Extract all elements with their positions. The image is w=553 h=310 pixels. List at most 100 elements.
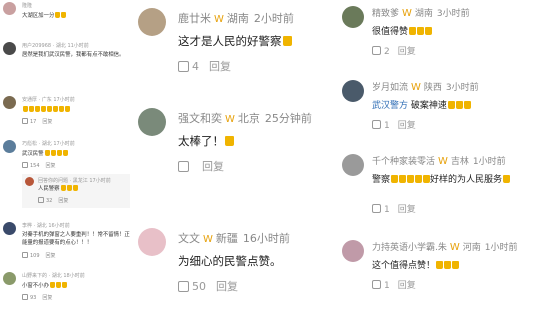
avatar[interactable] bbox=[138, 8, 166, 36]
avatar[interactable] bbox=[25, 177, 34, 186]
like-count: 4 bbox=[192, 60, 199, 73]
like-button[interactable]: 1 bbox=[372, 280, 390, 291]
avatar[interactable] bbox=[342, 6, 364, 28]
thumbs-up-emoji bbox=[415, 175, 423, 183]
comment-username[interactable]: 用户209968 · 湖北 11小时前 bbox=[22, 42, 89, 49]
comment-region: 湖南 bbox=[414, 9, 433, 19]
thumbs-up-emoji bbox=[407, 175, 415, 183]
like-count: 1 bbox=[384, 205, 390, 215]
avatar[interactable] bbox=[3, 42, 16, 55]
comment-column-middle: 鹿廿米 W 湖南 2小时前 这才是人民的好警察 4 回复 强文和奕 W 北京 25分钟前 太棒了！ 回复… bbox=[133, 0, 333, 310]
comment-username[interactable]: 岁月如流 bbox=[372, 83, 408, 93]
like-button[interactable]: 2 bbox=[372, 46, 390, 57]
comment-username[interactable]: 山野来下的 · 湖北 18小时前 bbox=[22, 272, 85, 279]
like-button[interactable] bbox=[178, 160, 192, 173]
comment-text-content: 这才是人民的好警察 bbox=[178, 34, 282, 48]
avatar[interactable] bbox=[3, 2, 16, 15]
like-count: 32 bbox=[46, 198, 53, 204]
vip-badge-icon: W bbox=[411, 82, 421, 93]
thumbs-up-emoji bbox=[47, 106, 52, 112]
comment-text-content: 破案神速 bbox=[410, 101, 447, 111]
nested-reply: 回答你的问题 · 黑龙江 17小时前 人民警察 32 回复 bbox=[22, 174, 130, 208]
comment-username[interactable]: 回答你的问题 · 黑龙江 17小时前 bbox=[38, 177, 111, 184]
reply-button[interactable]: 回复 bbox=[398, 121, 416, 131]
comment-text-content: 居然是我们武汉民警，我都有点不敢相信。 bbox=[22, 52, 125, 58]
avatar[interactable] bbox=[342, 80, 364, 102]
like-button[interactable]: 1 bbox=[372, 120, 390, 131]
comment-time: 3小时前 bbox=[445, 83, 479, 93]
comment-text: 小窗不小办 bbox=[22, 282, 130, 291]
like-count: 50 bbox=[192, 280, 206, 293]
thumbs-up-emoji bbox=[23, 106, 28, 112]
comment-username[interactable]: 安通厚 · 广东 17小时前 bbox=[22, 96, 75, 103]
comment-text: 武汉民警 bbox=[22, 150, 130, 159]
like-count: 1 bbox=[384, 281, 390, 291]
vip-badge-icon: W bbox=[449, 242, 460, 253]
avatar[interactable] bbox=[138, 228, 166, 256]
comment-region: 吉林 bbox=[450, 157, 469, 167]
like-reply-bar: 17 回复 bbox=[22, 118, 52, 125]
comment-username[interactable]: 精致爹 bbox=[372, 9, 399, 19]
like-button[interactable]: 154 bbox=[22, 162, 40, 169]
thumbs-up-emoji bbox=[59, 106, 64, 112]
thumbs-up-emoji bbox=[66, 185, 72, 191]
thumbs-up-emoji bbox=[425, 27, 433, 35]
reply-button[interactable]: 回复 bbox=[398, 205, 416, 215]
like-button[interactable]: 93 bbox=[22, 294, 36, 301]
comment-username[interactable]: 力持英语小学霸.朱 bbox=[372, 243, 447, 253]
like-button[interactable]: 50 bbox=[178, 280, 206, 293]
reply-button[interactable]: 回复 bbox=[58, 198, 68, 204]
comment-username[interactable]: 强文和奕 bbox=[178, 112, 222, 125]
comment-username[interactable]: 文文 bbox=[178, 232, 200, 245]
thumbs-up-emoji bbox=[29, 106, 34, 112]
comment-region: 北京 bbox=[237, 112, 260, 125]
thumbs-up-emoji bbox=[49, 282, 55, 288]
comment-column-right: 精致爹 W 湖南 3小时前 很值得赞 2 回复 岁月如流 W 陕西 3小时前 武汉警方 破案神速 1 回复… bbox=[337, 0, 553, 310]
like-button[interactable]: 1 bbox=[372, 204, 390, 215]
comment-username[interactable]: 鹿廿米 bbox=[178, 12, 211, 25]
comment-username[interactable]: 隆隆 bbox=[22, 2, 32, 9]
reply-button[interactable]: 回复 bbox=[398, 281, 416, 291]
thumbs-up-emoji bbox=[61, 282, 67, 288]
thumbs-up-emoji bbox=[423, 175, 431, 183]
vip-badge-icon: W bbox=[203, 234, 213, 245]
reply-button[interactable]: 回复 bbox=[209, 60, 231, 73]
avatar[interactable] bbox=[342, 240, 364, 262]
thumbs-up-emoji bbox=[60, 185, 66, 191]
avatar[interactable] bbox=[3, 140, 16, 153]
like-reply-bar: 4 回复 bbox=[178, 58, 231, 74]
mention-link[interactable]: 武汉警方 bbox=[372, 101, 411, 111]
comment-username[interactable]: 李桦 · 湖北 16小时前 bbox=[22, 222, 70, 229]
comment-username[interactable]: 巧彪松 · 湖北 17小时前 bbox=[22, 140, 75, 147]
comment-meta: 精致爹 W 湖南 3小时前 bbox=[372, 6, 470, 19]
comment-username[interactable]: 千个种家装零活 bbox=[372, 157, 435, 167]
like-button[interactable]: 109 bbox=[22, 252, 40, 259]
comment-text-content: 对秦手机的弹窗之人要重判！！常不留情！正能量的报道要有的点心！！！ bbox=[22, 232, 130, 246]
avatar[interactable] bbox=[138, 108, 166, 136]
reply-button[interactable]: 回复 bbox=[216, 280, 238, 293]
like-button[interactable]: 17 bbox=[22, 118, 37, 125]
like-button[interactable]: 4 bbox=[178, 60, 199, 73]
comment-text: 居然是我们武汉民警，我都有点不敢相信。 bbox=[22, 52, 130, 60]
reply-button[interactable]: 回复 bbox=[42, 119, 52, 125]
reply-button[interactable]: 回复 bbox=[46, 253, 56, 259]
reply-button[interactable]: 回复 bbox=[46, 163, 56, 169]
thumbs-up-emoji bbox=[447, 101, 455, 109]
comment-region: 新疆 bbox=[215, 232, 238, 245]
thumbs-up-icon bbox=[22, 294, 28, 300]
comment-text-content: 警察 bbox=[372, 175, 391, 185]
like-count: 17 bbox=[30, 119, 37, 125]
reply-button[interactable]: 回复 bbox=[398, 47, 416, 57]
like-button[interactable]: 32 bbox=[38, 197, 53, 204]
reply-button[interactable]: 回复 bbox=[202, 160, 224, 173]
avatar[interactable] bbox=[342, 154, 364, 176]
thumbs-up-emoji bbox=[399, 175, 407, 183]
comment-time: 25分钟前 bbox=[264, 112, 312, 125]
comment-text: 对秦手机的弹窗之人要重判！！常不留情！正能量的报道要有的点心！！！ bbox=[22, 232, 130, 247]
avatar[interactable] bbox=[3, 222, 16, 235]
thumbs-up-emoji bbox=[463, 101, 471, 109]
like-reply-bar: 93 回复 bbox=[22, 294, 52, 301]
avatar[interactable] bbox=[3, 96, 16, 109]
avatar[interactable] bbox=[3, 272, 16, 285]
reply-button[interactable]: 回复 bbox=[42, 295, 52, 301]
